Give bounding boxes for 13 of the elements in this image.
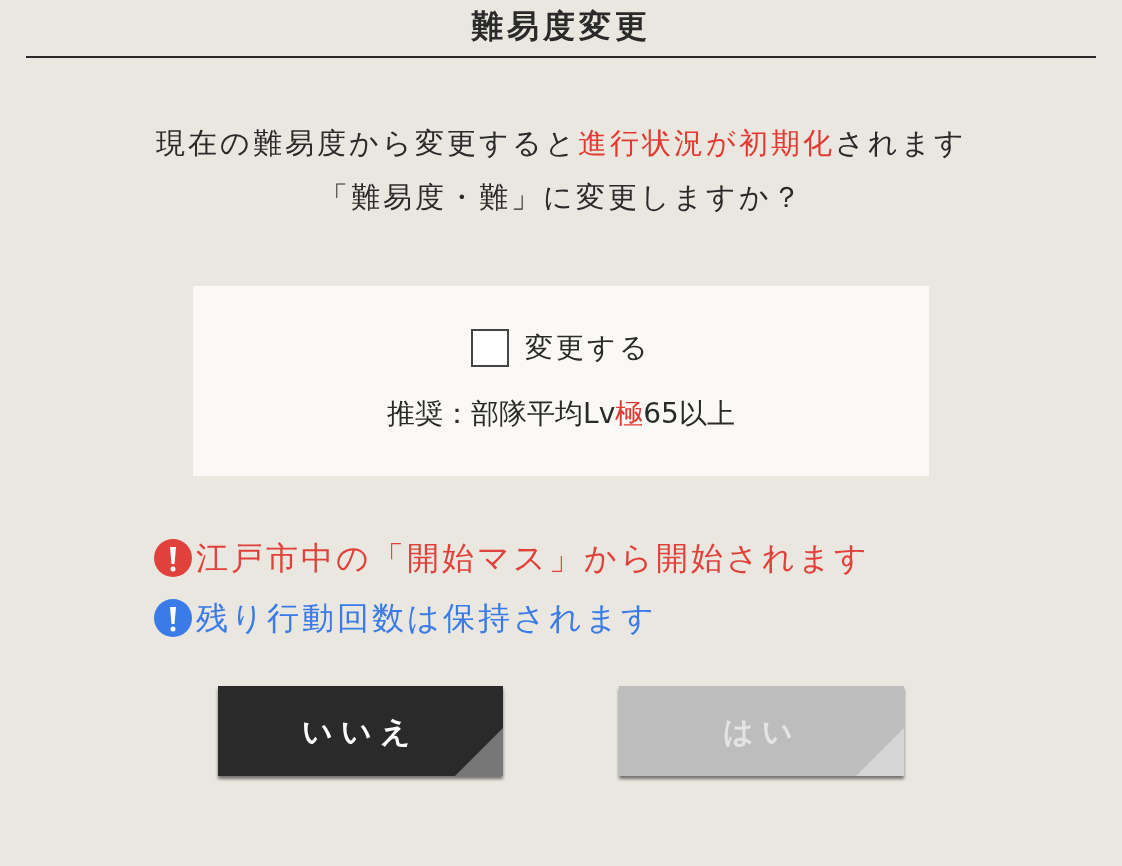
change-checkbox[interactable]: 変更する	[471, 327, 651, 369]
dialog-button[interactable]: いいえ	[218, 686, 503, 776]
corner-triangle-icon	[856, 728, 904, 776]
dialog-title: 難易度変更	[471, 6, 651, 46]
notice-text: 残り行動回数は保持されます	[196, 598, 657, 639]
checkbox[interactable]	[471, 329, 509, 367]
recommendation-text: 推奨：部隊平均Lv極65以上	[387, 396, 735, 432]
exclamation-icon	[154, 599, 192, 637]
message-text: 「難易度・難」に変更しますか？	[318, 179, 804, 216]
exclamation-icon	[154, 539, 192, 577]
message-text: 現在の難易度から変更すると 進行状況が初期化 されます	[155, 125, 967, 162]
notice-text: 江戸市中の「開始マス」から開始されます	[196, 538, 870, 579]
corner-triangle-icon	[455, 728, 503, 776]
